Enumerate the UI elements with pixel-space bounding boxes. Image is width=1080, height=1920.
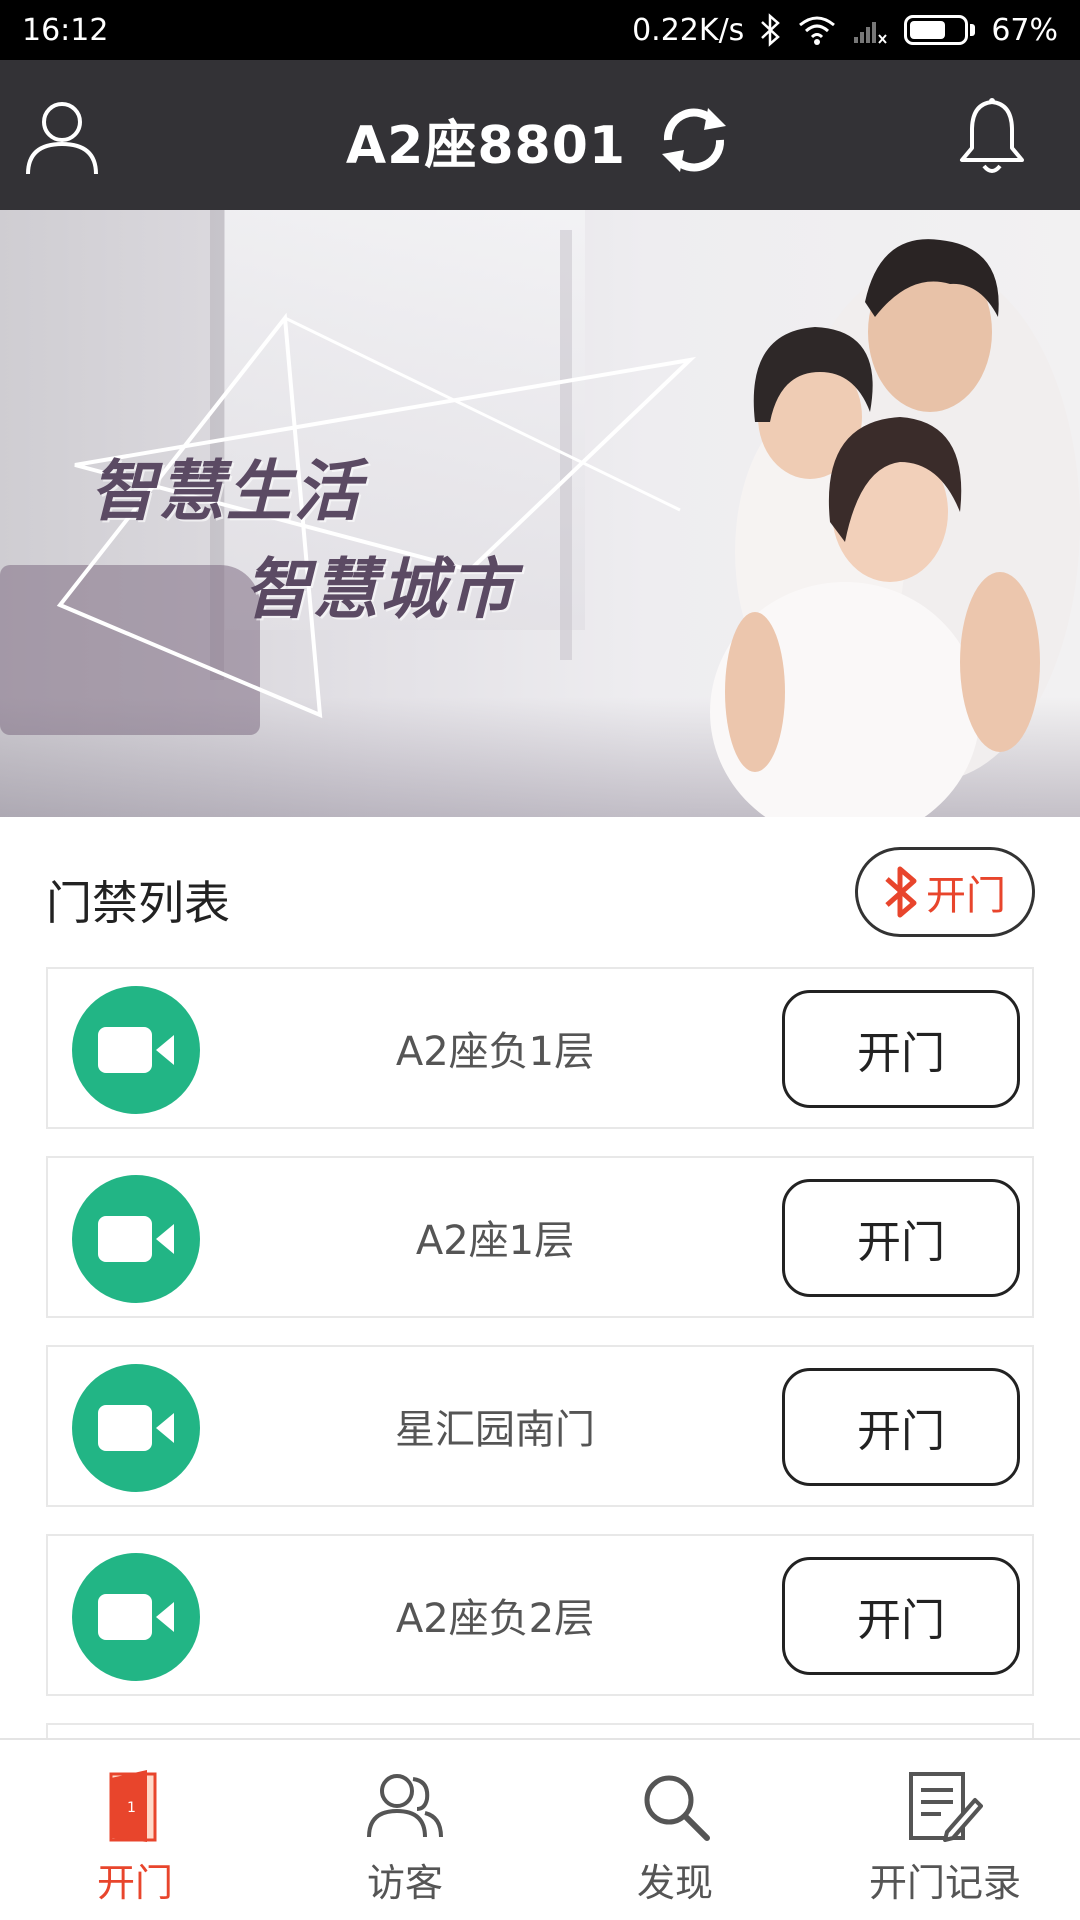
open-door-button[interactable]: 开门 (782, 1557, 1020, 1675)
nav-tab-records[interactable]: 开门记录 (810, 1740, 1080, 1920)
video-camera-button[interactable] (72, 986, 200, 1114)
family-photo (710, 239, 1080, 817)
nav-label: 发现 (636, 1861, 713, 1905)
bluetooth-icon (885, 866, 917, 918)
nav-label: 开门记录 (868, 1861, 1021, 1905)
wifi-icon (798, 12, 836, 48)
bluetooth-open-button[interactable]: 开门 (855, 847, 1035, 937)
video-camera-button[interactable] (72, 1175, 200, 1303)
bluetooth-icon (760, 12, 782, 48)
bell-icon (960, 98, 1024, 173)
door-name: 星汇园南门 (395, 1407, 595, 1453)
open-door-button[interactable]: 开门 (782, 1179, 1020, 1297)
network-speed: 0.22K/s (632, 12, 745, 48)
records-icon (905, 1768, 985, 1844)
page-title: A2座8801 (345, 115, 627, 176)
nav-tab-open-door[interactable]: 1 开门 (0, 1740, 270, 1920)
door-list-header: 门禁列表 开门 (0, 817, 1080, 967)
cellular-signal-icon (852, 12, 888, 48)
banner-slogan-1: 智慧生活 (90, 453, 362, 530)
refresh-button[interactable] (654, 100, 734, 180)
header-title-wrap: A2座8801 (0, 100, 1080, 180)
nav-label: 访客 (366, 1861, 443, 1905)
refresh-icon (662, 108, 727, 172)
battery-percent: 67% (991, 12, 1058, 48)
video-camera-icon (98, 1027, 174, 1073)
door-list: A2座负1层 开门 A2座1层 开门 星汇园南门 开门 A2座负2层 开门 (46, 967, 1034, 1743)
search-icon (635, 1768, 715, 1844)
visitors-icon (365, 1768, 445, 1844)
video-camera-icon (98, 1594, 174, 1640)
door-name: A2座1层 (415, 1218, 575, 1264)
app-screen: 16:12 0.22K/s 67% A2座8801 智慧生活 智慧城市 门禁列表… (0, 0, 1080, 1920)
open-door-button[interactable]: 开门 (782, 1368, 1020, 1486)
app-header: A2座8801 (0, 60, 1080, 210)
door-list-title: 门禁列表 (46, 876, 230, 930)
promo-banner[interactable]: 智慧生活 智慧城市 (0, 210, 1080, 817)
svg-text:1: 1 (127, 1800, 136, 1816)
banner-slogan-2: 智慧城市 (244, 551, 516, 628)
video-camera-button[interactable] (72, 1553, 200, 1681)
battery-fill (910, 21, 946, 39)
status-right: 0.22K/s 67% (632, 12, 1058, 48)
status-time: 16:12 (22, 12, 109, 48)
video-camera-button[interactable] (72, 1364, 200, 1492)
bluetooth-open-label: 开门 (926, 873, 1006, 919)
open-door-button[interactable]: 开门 (782, 990, 1020, 1108)
bottom-nav: 1 开门 访客 发现 开门记录 (0, 1738, 1080, 1920)
battery-icon (904, 15, 976, 45)
door-name: A2座负1层 (395, 1029, 595, 1075)
nav-label: 开门 (96, 1861, 173, 1905)
video-camera-icon (98, 1405, 174, 1451)
notifications-button[interactable] (956, 96, 1028, 176)
video-camera-icon (98, 1216, 174, 1262)
door-item: A2座负2层 开门 (46, 1534, 1034, 1696)
door-icon: 1 (95, 1768, 175, 1844)
door-name: A2座负2层 (395, 1596, 595, 1642)
door-item: 星汇园南门 开门 (46, 1345, 1034, 1507)
nav-tab-discover[interactable]: 发现 (540, 1740, 810, 1920)
status-bar: 16:12 0.22K/s 67% (0, 0, 1080, 60)
door-item: A2座负1层 开门 (46, 967, 1034, 1129)
door-item: A2座1层 开门 (46, 1156, 1034, 1318)
nav-tab-visitors[interactable]: 访客 (270, 1740, 540, 1920)
